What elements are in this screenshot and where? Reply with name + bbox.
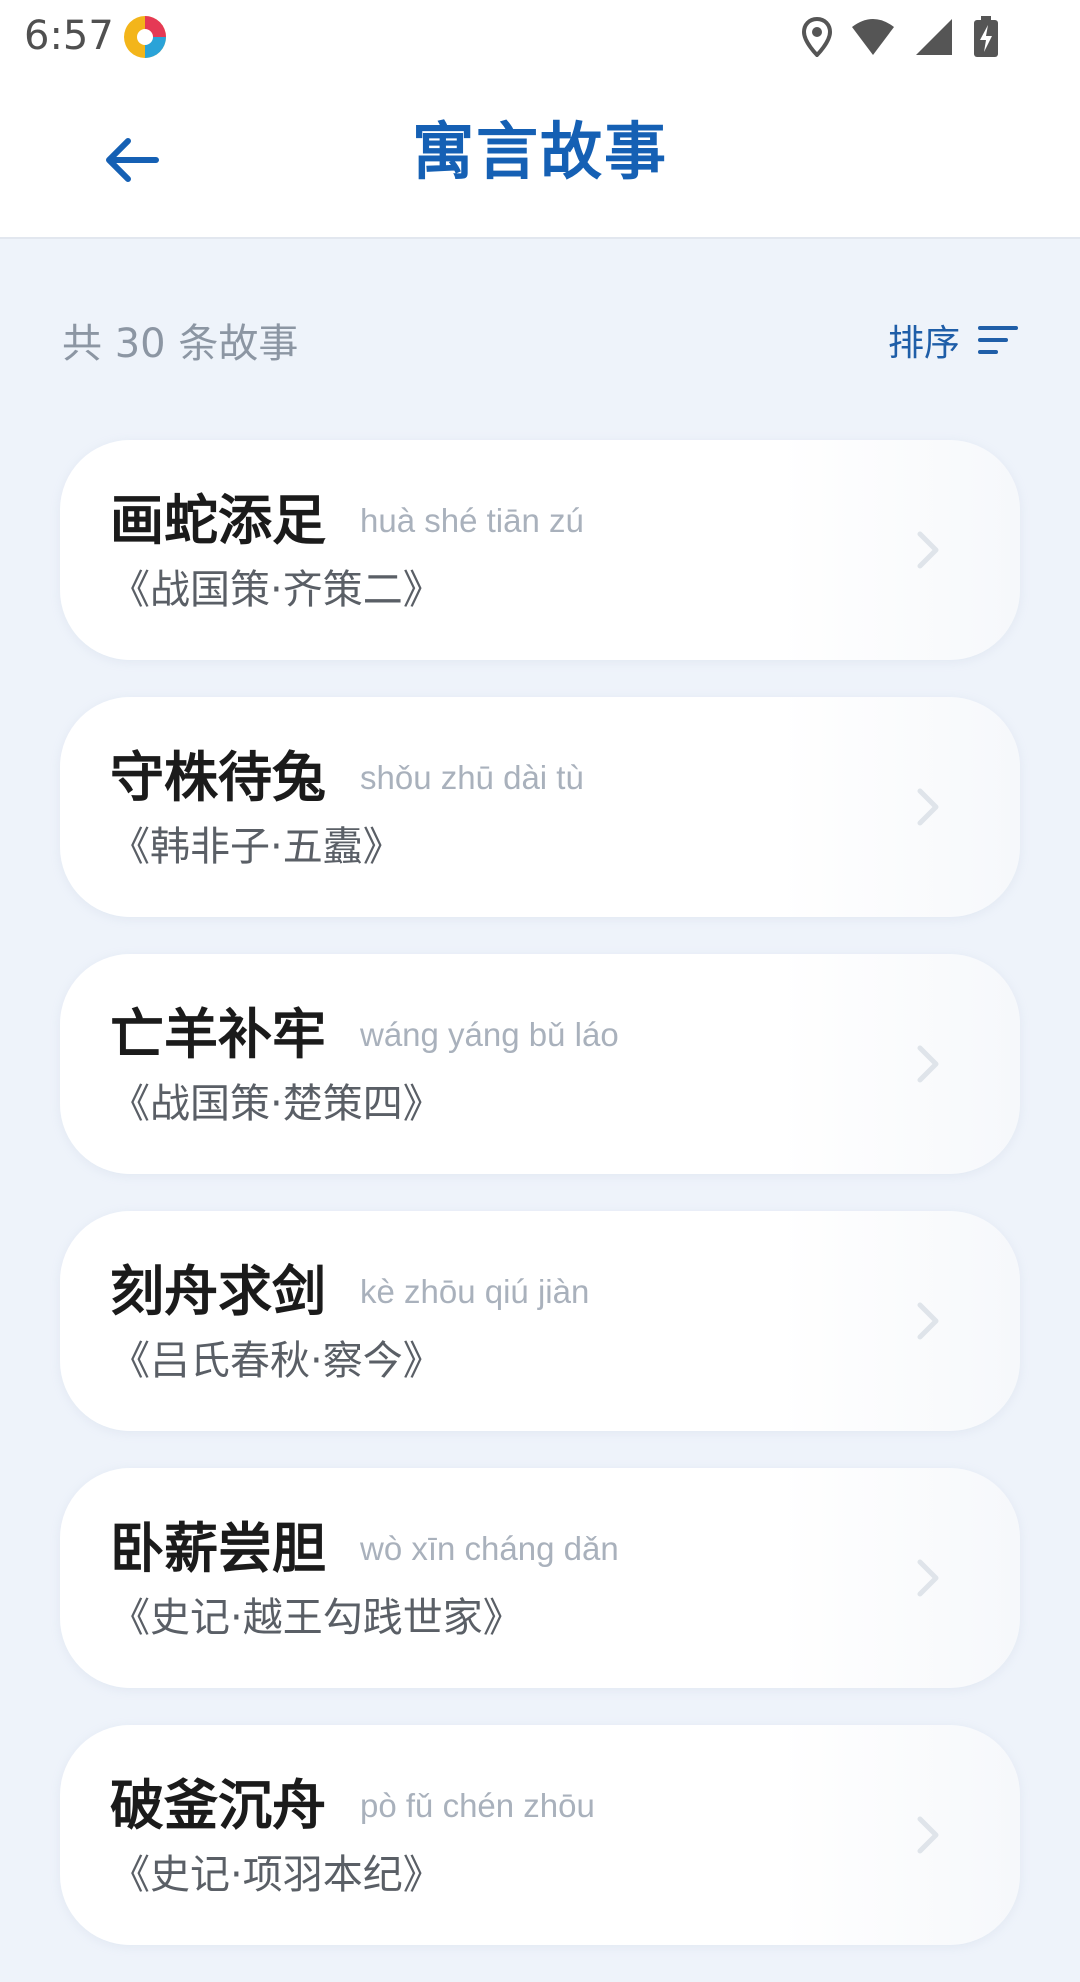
location-icon — [802, 17, 832, 57]
story-pinyin: shǒu zhū dài tù — [360, 759, 584, 796]
story-source: 《韩非子·五蠹》 — [110, 824, 403, 870]
story-card[interactable]: 卧薪尝胆 wò xīn cháng dǎn 《史记·越王勾践世家》 — [60, 1468, 1020, 1688]
story-list: 画蛇添足 huà shé tiān zú 《战国策·齐策二》 守株待兔 shǒu… — [60, 440, 1020, 1982]
story-card[interactable]: 亡羊补牢 wáng yáng bǔ láo 《战国策·楚策四》 — [60, 954, 1020, 1174]
status-bar: 6:57 — [0, 0, 1080, 72]
chevron-right-icon — [917, 1302, 939, 1340]
story-title: 刻舟求剑 — [110, 1260, 326, 1323]
story-card[interactable]: 守株待兔 shǒu zhū dài tù 《韩非子·五蠹》 — [60, 697, 1020, 917]
chevron-right-icon — [917, 788, 939, 826]
story-title: 破釜沉舟 — [110, 1774, 326, 1837]
story-title: 守株待兔 — [110, 746, 326, 809]
story-card[interactable]: 破釜沉舟 pò fǔ chén zhōu 《史记·项羽本纪》 — [60, 1725, 1020, 1945]
story-title: 亡羊补牢 — [110, 1003, 326, 1066]
story-source: 《战国策·楚策四》 — [110, 1081, 443, 1127]
story-source: 《吕氏春秋·察今》 — [110, 1338, 443, 1384]
sort-button[interactable]: 排序 — [888, 314, 1018, 366]
story-count: 共 30 条故事 — [62, 321, 299, 367]
story-source: 《战国策·齐策二》 — [110, 567, 443, 613]
chevron-right-icon — [917, 1816, 939, 1854]
sort-lines-icon — [978, 326, 1018, 354]
story-card[interactable]: 画蛇添足 huà shé tiān zú 《战国策·齐策二》 — [60, 440, 1020, 660]
battery-charging-icon — [974, 16, 998, 57]
signal-icon — [916, 19, 952, 55]
header-bar: 寓言故事 — [0, 72, 1080, 239]
story-pinyin: kè zhōu qiú jiàn — [360, 1273, 590, 1310]
story-pinyin: huà shé tiān zú — [360, 502, 584, 539]
story-card[interactable]: 刻舟求剑 kè zhōu qiú jiàn 《吕氏春秋·察今》 — [60, 1211, 1020, 1431]
wifi-icon — [852, 19, 894, 55]
story-source: 《史记·越王勾践世家》 — [110, 1595, 523, 1641]
story-pinyin: wáng yáng bǔ láo — [360, 1016, 619, 1053]
status-time: 6:57 — [24, 13, 114, 59]
chevron-right-icon — [917, 1559, 939, 1597]
story-title: 画蛇添足 — [110, 489, 326, 552]
sort-label: 排序 — [887, 323, 960, 364]
story-source: 《史记·项羽本纪》 — [110, 1852, 443, 1898]
app-badge-icon — [124, 16, 166, 58]
chevron-right-icon — [917, 1045, 939, 1083]
story-pinyin: pò fǔ chén zhōu — [360, 1787, 595, 1824]
chevron-right-icon — [917, 531, 939, 569]
story-pinyin: wò xīn cháng dǎn — [360, 1530, 619, 1567]
story-title: 卧薪尝胆 — [110, 1517, 326, 1580]
status-icons — [802, 14, 1000, 60]
page-title: 寓言故事 — [411, 115, 668, 188]
list-toolbar: 共 30 条故事 排序 — [62, 305, 1018, 375]
